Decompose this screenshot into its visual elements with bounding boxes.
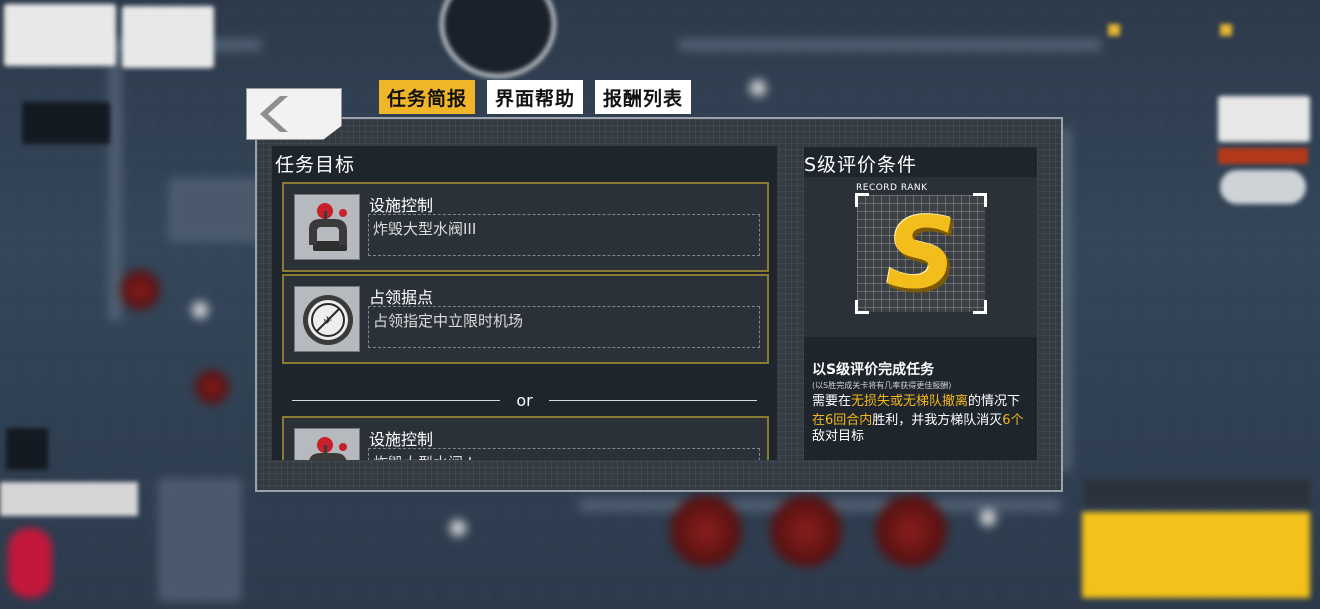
or-separator: or: [292, 389, 757, 411]
airport-icon: ✈: [294, 286, 360, 352]
rank-condition-1: 需要在无损失或无梯队撤离的情况下: [812, 394, 1034, 410]
rank-headline: 以S级评价完成任务: [812, 362, 935, 378]
hud-toggle[interactable]: [1220, 170, 1306, 204]
objective-desc: 炸毁大型水阀III: [368, 214, 760, 256]
objective-name: 设施控制: [369, 196, 434, 215]
valve-icon: [294, 194, 360, 260]
hud-right-panel[interactable]: [1218, 96, 1310, 142]
separator-line: [548, 399, 757, 401]
condition-highlight: 6个: [1002, 413, 1024, 428]
or-label: or: [516, 390, 533, 410]
hud-echelon-bar: [1084, 480, 1310, 506]
rank-note: (以S胜完成关卡将有几率获得更佳报酬): [812, 381, 952, 390]
tab-interface-help[interactable]: 界面帮助: [487, 80, 584, 114]
map-wall: [160, 480, 240, 600]
map-waypoint: [450, 520, 466, 536]
back-to-command-button[interactable]: [4, 4, 116, 66]
tab-bar: 任务简报 界面帮助 报酬列表: [379, 80, 692, 114]
map-waypoint: [980, 510, 996, 526]
hud-info-button[interactable]: [22, 102, 110, 144]
rank-section: S级评价条件 RECORD RANK S 以S级评价完成任务 (以S胜完成关卡将…: [804, 147, 1037, 460]
start-battle-button[interactable]: [1082, 512, 1310, 598]
map-enemy-node: [195, 370, 229, 404]
objective-name: 设施控制: [369, 430, 434, 449]
rank-condition-2: 在6回合内胜利，并我方梯队消灭6个敌对目标: [812, 413, 1034, 445]
objective-card[interactable]: 设施控制 炸毁大型水阀III: [282, 182, 769, 272]
objective-card[interactable]: 设施控制 炸毁大型水阀 I: [282, 416, 769, 460]
map-enemy-node: [770, 495, 842, 567]
condition-text: 胜利，并我方梯队消灭: [872, 413, 1003, 428]
valve-icon: [294, 428, 360, 460]
briefing-panel: 任务目标 设施控制 炸毁大型水阀III ✈ 占领据点 占领指定中立限时机场 or…: [255, 117, 1063, 492]
rank-conditions: 以S级评价完成任务 (以S胜完成关卡将有几率获得更佳报酬) 需要在无损失或无梯队…: [812, 359, 1034, 445]
hud-mode-button[interactable]: [0, 482, 138, 516]
hud-menu-button[interactable]: [122, 6, 214, 68]
condition-highlight: 无损失或无梯队撤离: [851, 394, 969, 409]
condition-text: 敌对目标: [812, 429, 865, 444]
map-enemy-node: [670, 495, 742, 567]
objective-card[interactable]: ✈ 占领据点 占领指定中立限时机场: [282, 274, 769, 364]
map-wall: [110, 40, 120, 320]
map-enemy-node: [120, 270, 160, 310]
objective-desc: 占领指定中立限时机场: [368, 306, 760, 348]
hud-character-icon[interactable]: [8, 528, 52, 598]
objectives-section[interactable]: 任务目标 设施控制 炸毁大型水阀III ✈ 占领据点 占领指定中立限时机场 or…: [272, 146, 777, 460]
condition-text: 需要在: [812, 394, 852, 409]
objective-desc: 炸毁大型水阀 I: [368, 448, 760, 460]
chevron-left-icon: [260, 96, 288, 132]
map-wall: [680, 40, 1100, 50]
condition-text: 的情况下: [968, 394, 1021, 409]
objective-name: 占领据点: [369, 288, 434, 307]
condition-highlight: 在6回合内: [812, 413, 873, 428]
objectives-title: 任务目标: [275, 154, 356, 176]
map-waypoint: [192, 302, 208, 318]
svg-text:✈: ✈: [323, 314, 332, 327]
rank-badge: S: [855, 193, 987, 314]
tab-briefing[interactable]: 任务简报: [379, 80, 476, 114]
separator-line: [292, 399, 501, 401]
back-button[interactable]: [246, 88, 342, 140]
map-waypoint: [750, 80, 766, 96]
resource-panel: ■ ■: [1108, 16, 1233, 40]
rank-title: S级评价条件: [804, 154, 918, 176]
rank-letter: S: [885, 196, 957, 311]
map-enemy-node: [875, 495, 947, 567]
record-rank-label: RECORD RANK: [856, 183, 928, 193]
tab-reward-list[interactable]: 报酬列表: [595, 80, 692, 114]
eye-icon[interactable]: [6, 428, 48, 470]
hud-right-warning: [1218, 148, 1308, 164]
